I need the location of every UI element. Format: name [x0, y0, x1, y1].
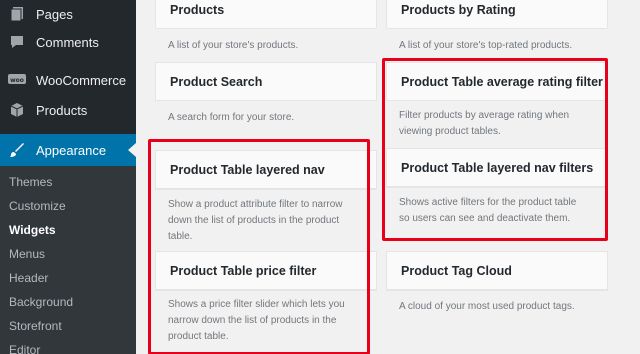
sidebar-item-label: WooCommerce [36, 72, 127, 88]
highlight-box-right [382, 58, 608, 241]
widget-products[interactable]: Products [155, 0, 377, 29]
comments-icon [7, 33, 27, 51]
widget-title[interactable]: Product Tag Cloud [387, 252, 607, 290]
widget-title[interactable]: Products [156, 0, 376, 29]
widget-description: A search form for your store. [168, 112, 295, 123]
active-indicator [128, 143, 136, 157]
submenu-item-editor[interactable]: Editor [9, 343, 40, 354]
admin-sidebar: Pages Comments woo WooCommerce Products … [0, 0, 136, 354]
submenu-item-widgets[interactable]: Widgets [9, 223, 56, 237]
sidebar-item-pages[interactable]: Pages [0, 0, 136, 28]
svg-text:woo: woo [10, 77, 24, 84]
woocommerce-icon: woo [7, 71, 27, 89]
submenu-item-customize[interactable]: Customize [9, 199, 66, 213]
products-icon [7, 101, 27, 119]
widget-products-by-rating[interactable]: Products by Rating [386, 0, 608, 29]
submenu-item-themes[interactable]: Themes [9, 175, 52, 189]
sidebar-item-label: Pages [36, 6, 73, 22]
widget-description: A list of your store's products. [168, 40, 299, 51]
sidebar-item-appearance[interactable]: Appearance [0, 134, 136, 166]
highlight-box-left [148, 139, 370, 354]
widget-product-tag-cloud[interactable]: Product Tag Cloud [386, 251, 608, 291]
widget-title[interactable]: Products by Rating [387, 0, 607, 29]
sidebar-item-label: Appearance [36, 142, 107, 158]
sidebar-item-label: Products [36, 102, 88, 118]
submenu-item-menus[interactable]: Menus [9, 247, 45, 261]
widget-product-search[interactable]: Product Search [155, 62, 377, 101]
sidebar-item-label: Comments [36, 34, 99, 50]
sidebar-item-comments[interactable]: Comments [0, 28, 136, 56]
appearance-submenu: Themes Customize Widgets Menus Header Ba… [0, 166, 136, 354]
sidebar-item-products[interactable]: Products [0, 96, 136, 124]
submenu-item-background[interactable]: Background [9, 295, 73, 309]
paintbrush-icon [7, 141, 27, 159]
pages-icon [7, 5, 27, 23]
submenu-item-header[interactable]: Header [9, 271, 48, 285]
sidebar-item-woocommerce[interactable]: woo WooCommerce [0, 66, 136, 94]
submenu-item-storefront[interactable]: Storefront [9, 319, 62, 333]
widget-title[interactable]: Product Search [156, 63, 376, 101]
widget-description: A cloud of your most used product tags. [399, 301, 575, 312]
widget-description: A list of your store's top-rated product… [399, 40, 573, 51]
